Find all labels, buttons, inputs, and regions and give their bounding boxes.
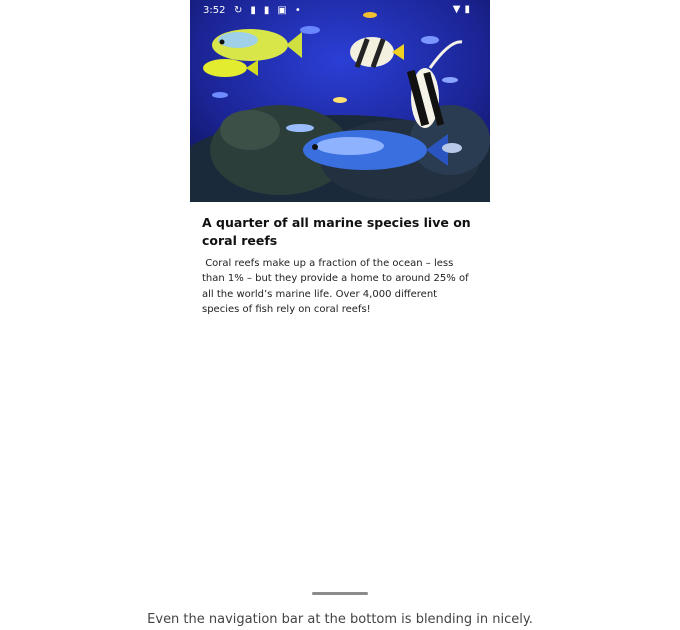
coral-reef-fish-image <box>190 0 490 202</box>
caption-text: Even the navigation bar at the bottom is… <box>147 612 533 627</box>
navigation-handle[interactable] <box>312 592 368 595</box>
sync-icon: ↻ <box>234 5 243 16</box>
notification-icon: ▮ <box>263 5 270 16</box>
status-left-icons: ↻ ▮ ▮ ▣ • <box>234 5 301 16</box>
battery-icon: ▮ <box>464 4 470 15</box>
status-bar: 3:52 ↻ ▮ ▮ ▣ • ▼ ▮ <box>190 0 490 22</box>
dot-icon: • <box>294 5 301 16</box>
media-icon: ▣ <box>277 5 287 16</box>
status-time: 3:52 <box>203 5 226 16</box>
wifi-icon: ▼ <box>452 4 461 15</box>
phone-screen: 3:52 ↻ ▮ ▮ ▣ • ▼ ▮ A quarter of all mari… <box>190 0 490 600</box>
article-body: Coral reefs make up a fraction of the oc… <box>202 258 472 315</box>
status-right-icons: ▼ ▮ <box>453 4 470 15</box>
notification-icon: ▮ <box>250 5 256 16</box>
hero-image: 3:52 ↻ ▮ ▮ ▣ • ▼ ▮ <box>190 0 490 202</box>
article-headline: A quarter of all marine species live on … <box>202 215 471 248</box>
